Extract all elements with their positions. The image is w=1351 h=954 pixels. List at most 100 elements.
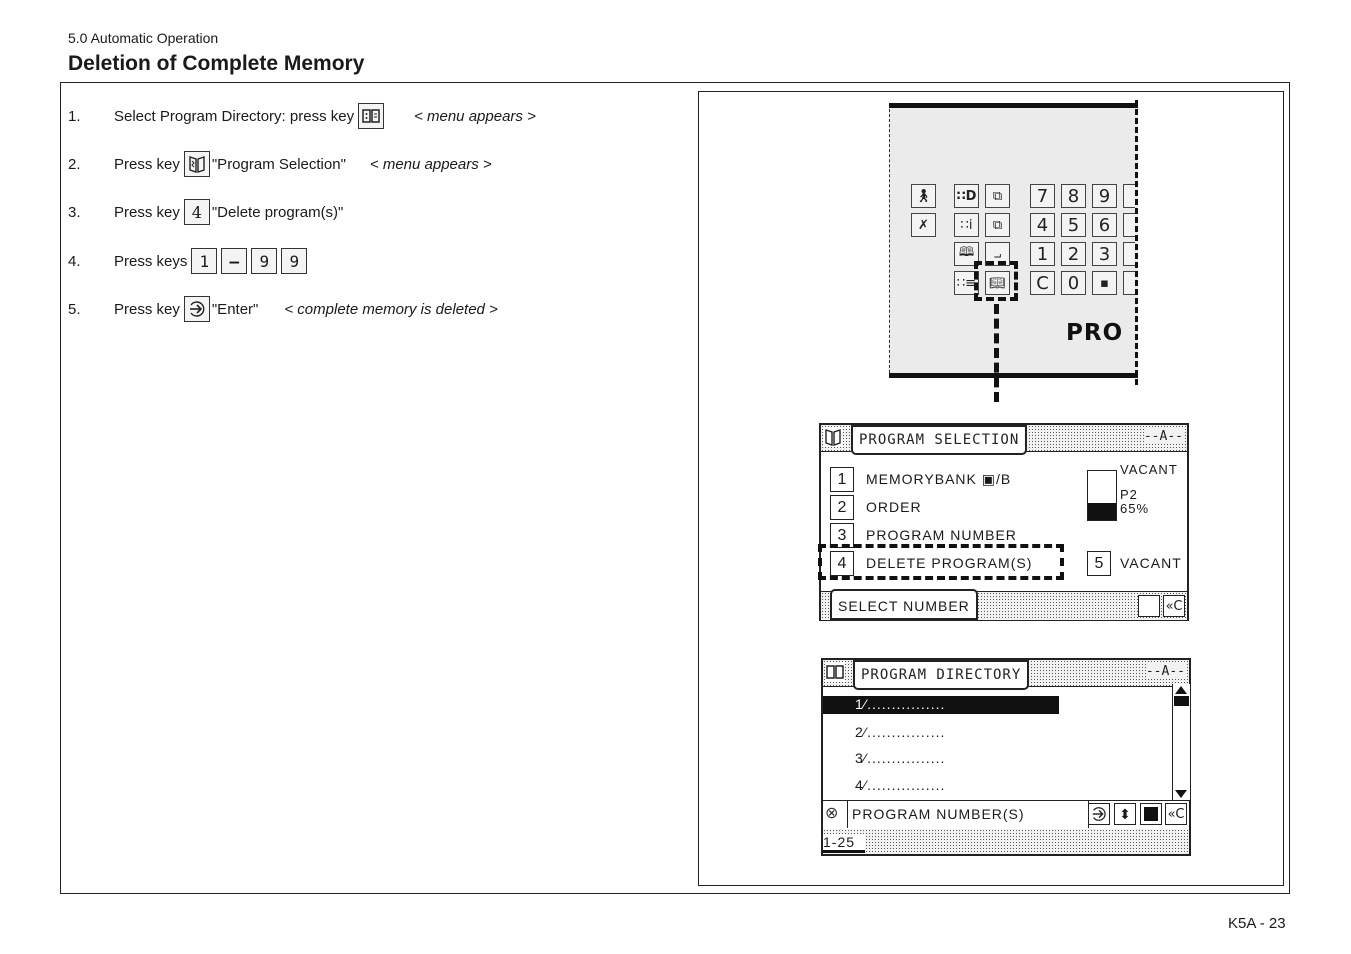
decimal-key[interactable]: ▪ [1092,271,1117,295]
option-label: PROGRAM NUMBER [866,527,1017,543]
step-number: 4. [68,252,81,270]
step-label: "Delete program(s)" [211,203,344,221]
enter-icon [189,301,205,317]
mode-indicator: --A-- [1143,429,1183,444]
scroll-up-icon[interactable] [1175,686,1187,694]
option-key[interactable]: 1 [830,467,854,492]
directory-row[interactable]: 4⁄................ [855,777,945,793]
step-label: "Enter" [211,300,259,318]
keypad-icon[interactable] [1138,595,1160,617]
option-key[interactable]: 2 [830,495,854,520]
num-key[interactable]: 7 [1030,184,1055,208]
directory-row[interactable]: 2⁄................ [855,724,945,740]
memory-gauge-fill [1088,502,1116,520]
num-key[interactable]: 3 [1092,242,1117,266]
program-number-input[interactable]: 1-25 [823,834,866,853]
enter-icon [1092,807,1106,821]
step-4: 4. Press keys 1 — 9 9 [68,248,309,274]
enter-key[interactable] [183,296,210,322]
num-key[interactable]: 1 [1030,242,1055,266]
key-9[interactable]: 9 [251,248,278,274]
program-info-icon: ∷i [960,217,973,233]
enter-button[interactable] [1088,803,1110,825]
program-selection-icon [823,427,843,447]
section-heading: 5.0 Automatic Operation [68,30,219,46]
operator-key[interactable]: 🚶︎ [911,184,936,208]
window-copy-icon: ⧉ [992,217,1003,233]
num-key[interactable]: 2 [1061,242,1086,266]
step-number: 3. [68,203,81,221]
gauge-value: 65% [1120,501,1150,516]
window-transfer-icon: ⧉ [992,188,1003,204]
num-key[interactable]: 8 [1061,184,1086,208]
step-note: < menu appears > [369,155,492,173]
page-title: Deletion of Complete Memory [68,52,365,75]
program-directory-icon [825,662,845,682]
screen-header: PROGRAM DIRECTORY --A-- [823,660,1189,690]
input-area [823,829,1189,854]
step-3: 3. Press key 4 "Delete program(s)" [68,199,343,225]
program-directory-icon [362,109,380,123]
book-icon: 🕮︎ [958,245,975,260]
step-number: 1. [68,107,81,125]
num-key[interactable]: 9 [1092,184,1117,208]
directory-row[interactable]: 3⁄................ [855,750,945,766]
panel-cut-line [1135,100,1138,385]
step-text: Press key [114,155,180,173]
step-text: Select Program Directory: press key [114,107,355,125]
brand-logo: PRO [1066,320,1124,346]
partial-key[interactable] [1123,184,1135,208]
step-text: Press key [114,203,180,221]
expand-icon [1144,807,1158,821]
search-clear-icon[interactable]: ⊗ [825,803,838,823]
up-down-icon: ⬍ [1119,805,1131,822]
program-info-key[interactable]: ∷i [954,213,979,237]
step-5: 5. Press key "Enter" < complete memory i… [68,296,498,322]
mode-indicator: --A-- [1145,664,1185,679]
memory-gauge [1087,470,1117,521]
scroll-down-icon[interactable] [1175,790,1187,798]
program-directory-key[interactable] [358,103,385,129]
back-button[interactable]: «C [1165,803,1187,825]
screen-title: PROGRAM DIRECTORY [853,660,1030,690]
option-key[interactable]: 5 [1087,551,1111,576]
num-key[interactable]: 4 [1030,213,1055,237]
key-9[interactable]: 9 [281,248,308,274]
operator-crossed-key[interactable]: ✗ [911,213,936,237]
footer-label: SELECT NUMBER [830,589,978,620]
program-d-icon: ∷D [956,188,977,204]
prompt-label: PROGRAM NUMBER(S) [852,806,1025,822]
directory-row-selected[interactable]: 1⁄................ [823,696,1059,714]
num-key[interactable]: 6 [1092,213,1117,237]
partial-key[interactable] [1123,213,1135,237]
num-key[interactable]: 5 [1061,213,1086,237]
sort-button[interactable]: ⬍ [1114,803,1136,825]
program-selection-key[interactable] [183,151,210,177]
option-label: VACANT [1120,555,1182,571]
panel-bottom-edge [889,373,1138,378]
partial-key[interactable] [1123,242,1135,266]
step-2: 2. Press key "Program Selection" < menu … [68,151,492,177]
key-4[interactable]: 4 [183,199,210,225]
key-1[interactable]: 1 [191,248,218,274]
back-button[interactable]: «C [1163,595,1185,617]
key-dash[interactable]: — [221,248,248,274]
scroll-thumb[interactable] [1174,696,1189,706]
num-key[interactable]: 0 [1061,271,1086,295]
scrollbar[interactable] [1172,684,1190,800]
gauge-name: P2 [1120,487,1138,502]
panel-top-edge [889,103,1138,108]
partial-key[interactable] [1123,271,1135,295]
option-label: ORDER [866,499,922,515]
screen-header: PROGRAM SELECTION --A-- [821,425,1187,455]
highlight-box [974,261,1018,301]
clear-key[interactable]: C [1030,271,1055,295]
window-transfer-key[interactable]: ⧉ [985,184,1010,208]
step-label: "Program Selection" [211,155,346,173]
expand-button[interactable] [1140,803,1162,825]
highlight-box [818,544,1064,580]
callout-line [994,304,999,402]
page-number: K5A - 23 [1228,915,1286,932]
program-d-key[interactable]: ∷D [954,184,979,208]
window-copy-key[interactable]: ⧉ [985,213,1010,237]
